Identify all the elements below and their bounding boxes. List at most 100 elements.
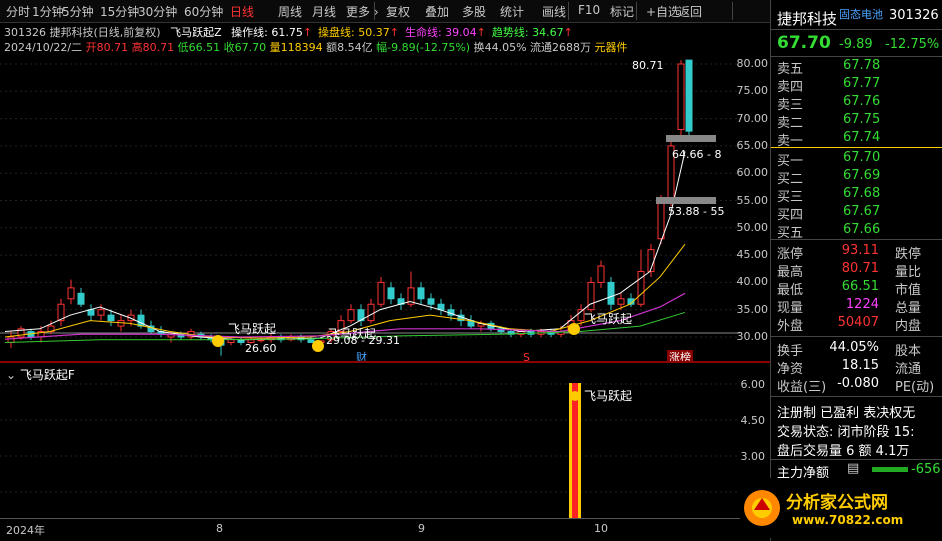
up-arrow-icon: ↑ bbox=[563, 26, 573, 39]
toolbar-item-4[interactable]: 30分钟 bbox=[138, 3, 177, 20]
toolbar-item-6[interactable]: 日线 bbox=[230, 3, 254, 20]
stat-label: 外盘 bbox=[777, 319, 804, 334]
bid-label: 买三 bbox=[777, 190, 804, 205]
price-tick: 30.00 bbox=[736, 330, 769, 343]
toolbar-item-14[interactable]: 画线 bbox=[542, 3, 566, 20]
svg-text:飞马跃起: 飞马跃起 bbox=[328, 327, 376, 341]
toolbar-item-18[interactable]: 返回 bbox=[678, 3, 702, 20]
concept-tag[interactable]: 固态电池 bbox=[839, 6, 883, 22]
stock-title: 301326 捷邦科技(日线,前复权) bbox=[4, 26, 161, 39]
candle[interactable] bbox=[427, 298, 435, 305]
main-flow-icon[interactable]: ▤ bbox=[847, 461, 859, 476]
toolbar-item-11[interactable]: 叠加 bbox=[425, 3, 449, 20]
stat-label: 现量 bbox=[777, 301, 804, 316]
candle[interactable] bbox=[367, 303, 375, 322]
candle[interactable] bbox=[107, 314, 115, 322]
candle[interactable] bbox=[87, 309, 95, 316]
toolbar-item-12[interactable]: 多股 bbox=[462, 3, 486, 20]
site-name: 分析家公式网 bbox=[786, 493, 888, 513]
stat-value: 66.51 bbox=[841, 279, 879, 294]
indicator-value-2: 生命线: 39.04 bbox=[404, 26, 477, 39]
date-tick: 8 bbox=[216, 522, 223, 535]
candle[interactable] bbox=[377, 281, 385, 305]
candle[interactable] bbox=[67, 287, 75, 300]
toolbar-item-3[interactable]: 15分钟 bbox=[100, 3, 139, 20]
candle[interactable] bbox=[417, 287, 425, 300]
price-tick: 75.00 bbox=[736, 84, 769, 98]
mid-price-label: 64.66 - 8 bbox=[672, 148, 721, 161]
stat-label-right: 总量 bbox=[895, 301, 922, 316]
price-tick: 40.00 bbox=[736, 275, 769, 289]
toolbar-item-5[interactable]: 60分钟 bbox=[184, 3, 223, 20]
stat-value: 93.11 bbox=[841, 243, 879, 258]
up-arrow-icon: ↑ bbox=[302, 26, 313, 39]
candle[interactable] bbox=[677, 63, 685, 131]
toolbar-item-1[interactable]: 1分钟 bbox=[32, 3, 64, 20]
main-flow-value: -656 bbox=[911, 462, 941, 477]
bid-label: 买一 bbox=[777, 154, 804, 169]
bid-label: 买二 bbox=[777, 172, 804, 187]
candle[interactable] bbox=[7, 336, 15, 343]
stat-label: 涨停 bbox=[777, 247, 804, 262]
stat-label-right: 跌停 bbox=[895, 247, 922, 262]
sub-indicator-chart[interactable]: 飞马跃起 6.004.503.001.50 bbox=[0, 363, 770, 518]
toolbar-item-15[interactable]: F10 bbox=[578, 3, 600, 17]
candle[interactable] bbox=[685, 59, 693, 132]
price-tick: 70.00 bbox=[736, 111, 769, 125]
bid-price: 67.66 bbox=[843, 222, 881, 237]
stat-label-right: 流通 bbox=[895, 362, 922, 377]
stat-value: 80.71 bbox=[841, 261, 879, 276]
after-hours-volume: 盘后交易量 6 额 4.1万 bbox=[777, 444, 910, 459]
toolbar-item-7[interactable]: 周线 bbox=[278, 3, 302, 20]
svg-text:飞马跃起: 飞马跃起 bbox=[228, 322, 276, 336]
ask-price: 67.78 bbox=[843, 58, 881, 73]
sub-axis-tick: 4.50 bbox=[741, 414, 766, 427]
price-tick: 80.00 bbox=[736, 57, 769, 70]
kline-chart[interactable]: 80.71 64.66 - 8 53.88 - 55 26.60 29.08 -… bbox=[0, 52, 740, 362]
stat-value: 50407 bbox=[837, 315, 879, 330]
price-band-marker bbox=[666, 135, 716, 142]
candle[interactable] bbox=[617, 298, 625, 305]
candle[interactable] bbox=[607, 281, 615, 305]
stat-label: 最高 bbox=[777, 265, 804, 280]
site-url: www.70822.com bbox=[792, 513, 904, 527]
stat-label-right: 股本 bbox=[895, 344, 922, 359]
candle[interactable] bbox=[387, 287, 395, 300]
toolbar-item-2[interactable]: 5分钟 bbox=[62, 3, 94, 20]
toolbar-item-10[interactable]: 复权 bbox=[386, 3, 410, 20]
up-arrow-icon: ↑ bbox=[476, 26, 486, 39]
ask-price: 67.74 bbox=[843, 130, 881, 145]
toolbar-item-8[interactable]: 月线 bbox=[312, 3, 336, 20]
high-price-label: 80.71 bbox=[632, 59, 664, 72]
toolbar-item-0[interactable]: 分时 bbox=[6, 3, 30, 20]
ask-price: 67.75 bbox=[843, 112, 881, 127]
ask-price: 67.76 bbox=[843, 94, 881, 109]
candle[interactable] bbox=[137, 314, 145, 327]
stat-label: 收益(三) bbox=[777, 380, 827, 395]
date-tick: 10 bbox=[594, 522, 608, 535]
price-tick: 35.00 bbox=[736, 302, 769, 316]
toolbar-item-16[interactable]: 标记 bbox=[610, 3, 634, 20]
up-arrow-icon: ↑ bbox=[389, 26, 399, 39]
bid-price: 67.68 bbox=[843, 186, 881, 201]
ask-price: 67.77 bbox=[843, 76, 881, 91]
candle[interactable] bbox=[597, 265, 605, 283]
candle[interactable] bbox=[437, 303, 445, 311]
price-change-pct: -12.75% bbox=[885, 37, 940, 52]
signal-marker-2[interactable]: 飞马跃起 bbox=[312, 327, 376, 352]
price-tick: 65.00 bbox=[736, 138, 769, 152]
signal-bar-inner bbox=[572, 383, 578, 518]
candle[interactable] bbox=[347, 309, 355, 322]
toolbar-item-17[interactable]: +自选 bbox=[646, 3, 680, 20]
candle[interactable] bbox=[97, 309, 105, 316]
candle[interactable] bbox=[657, 200, 665, 240]
sub-signal-coin-icon bbox=[570, 391, 580, 401]
toolbar-item-13[interactable]: 统计 bbox=[500, 3, 524, 20]
period-toolbar: 分时 1分钟 5分钟 15分钟 30分钟 60分钟 日线 周线 月线 更多 › 复权 叠加 多股 统计 画线… bbox=[0, 0, 770, 23]
candle[interactable] bbox=[227, 339, 235, 343]
indicator-name[interactable]: 飞马跃起Z bbox=[170, 26, 222, 39]
candle[interactable] bbox=[307, 339, 315, 343]
candle[interactable] bbox=[77, 292, 85, 305]
stat-label-right: PE(动) bbox=[895, 380, 935, 395]
ask-label: 卖二 bbox=[777, 116, 804, 131]
